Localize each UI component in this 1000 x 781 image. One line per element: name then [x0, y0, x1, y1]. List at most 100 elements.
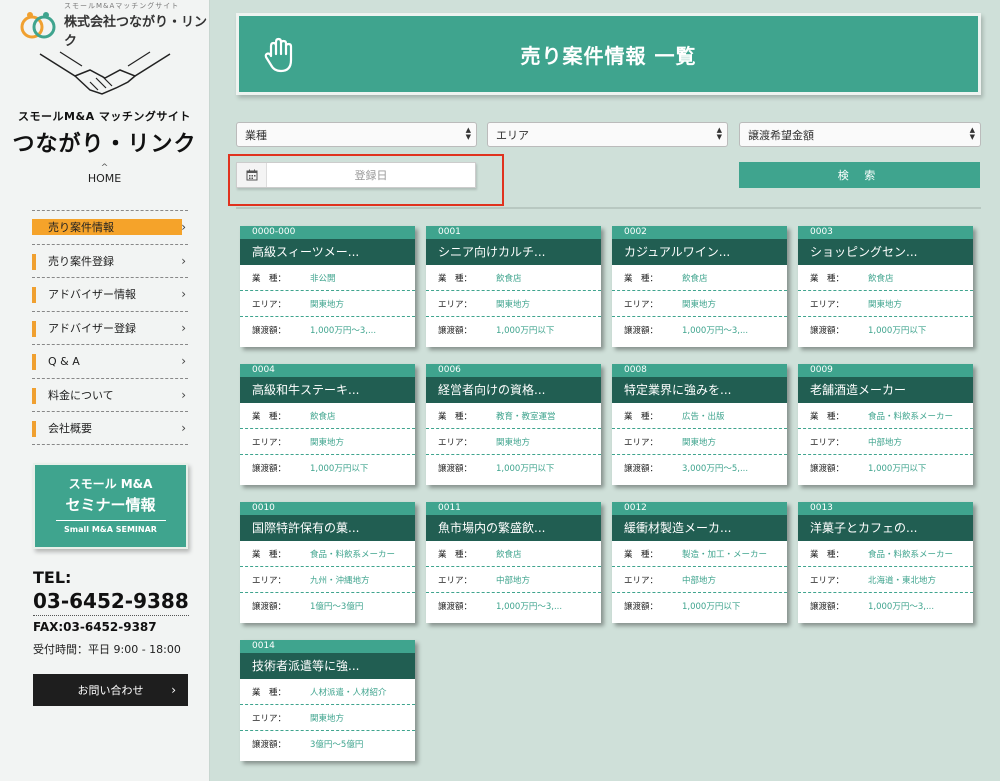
listing-industry-row: 業 種： 飲食店	[426, 541, 601, 567]
listing-area-row: エリア： 中部地方	[426, 567, 601, 593]
sidebar-item-sale-info[interactable]: 売り案件情報 ›	[32, 210, 188, 244]
listing-title[interactable]: 洋菓子とカフェの...	[798, 515, 973, 541]
listing-card[interactable]: 0000-000 高級スィーツメー... 業 種： 非公開 エリア： 関東地方 譲渡額： 1,…	[240, 226, 415, 347]
listing-title[interactable]: カジュアルワイン...	[612, 239, 787, 265]
listing-title[interactable]: ショッピングセン...	[798, 239, 973, 265]
price-select[interactable]: 譲渡希望金額 ▲ ▼	[739, 122, 981, 147]
logo[interactable]: スモールM&Aマッチングサイト 株式会社つながり・リンク	[0, 0, 209, 49]
listing-card[interactable]: 0013 洋菓子とカフェの... 業 種： 食品・料飲系メーカーエリア： 北海道・東北地…	[798, 502, 973, 623]
sidebar-item-qa[interactable]: Q & A ›	[32, 344, 188, 378]
listing-industry-row: 業 種： 非公開	[240, 265, 415, 291]
listing-title[interactable]: 魚市場内の繁盛飲...	[426, 515, 601, 541]
price-value: 1,000万円以下	[868, 464, 927, 474]
area-label: エリア：	[810, 299, 845, 310]
listing-id: 0006	[426, 364, 601, 377]
listing-id: 0009	[798, 364, 973, 377]
area-label: エリア：	[438, 575, 473, 586]
sidebar-item-label: 売り案件登録	[48, 254, 114, 268]
calendar-icon[interactable]	[237, 163, 267, 187]
site-subtitle: スモールM&A マッチングサイト	[18, 110, 191, 123]
listing-card[interactable]: 0002 カジュアルワイン... 業 種： 飲食店 エリア： 関東地方 譲渡額： 1,000万…	[612, 226, 787, 347]
listing-id: 0010	[240, 502, 415, 515]
chevron-right-icon: ›	[181, 320, 186, 335]
site-name: つながり・リンク	[12, 132, 197, 157]
sidebar-item-advisor-info[interactable]: アドバイザー情報 ›	[32, 277, 188, 311]
listing-area-row: エリア： 北海道・東北地方	[798, 567, 973, 593]
home-link[interactable]: ^ HOME	[0, 163, 209, 186]
listing-card[interactable]: 0014 技術者派遣等に強... 業 種： 人材派遣・人材紹介 エリア： 関東地方 譲渡額：…	[240, 640, 415, 761]
logo-mark-icon	[20, 9, 58, 41]
listing-title[interactable]: 高級スィーツメー...	[240, 239, 415, 265]
logo-company-name: 株式会社つながり・リンク	[64, 15, 208, 49]
price-label: 譲渡額：	[810, 602, 845, 612]
contact-button-label: お問い合わせ	[77, 684, 144, 697]
area-select[interactable]: エリア ▲ ▼	[487, 122, 728, 147]
industry-value: 食品・料飲系メーカー	[868, 411, 954, 422]
area-label: エリア：	[624, 575, 659, 586]
industry-value: 製造・加工・メーカー	[682, 549, 768, 560]
sidebar-item-sale-register[interactable]: 売り案件登録 ›	[32, 243, 188, 278]
industry-label: 業 種：	[810, 273, 845, 284]
industry-value: 非公開	[310, 273, 336, 284]
handshake-icon	[39, 51, 170, 95]
listing-area-row: エリア： 関東地方	[426, 291, 601, 317]
listing-title[interactable]: 老舗酒造メーカー	[798, 377, 973, 403]
chevron-right-icon: ›	[181, 354, 186, 369]
listing-card[interactable]: 0004 高級和牛ステーキ... 業 種： 飲食店 エリア： 関東地方 譲渡額： 1,000万…	[240, 364, 415, 485]
listing-card[interactable]: 0012 緩衝材製造メーカ... 業 種： 製造・加工・メーカー エリア： 中部地方 譲渡額…	[612, 502, 787, 623]
listing-card[interactable]: 0009 老舗酒造メーカー業 種： 食品・料飲系メーカー エリア： 中部地方 譲渡額： 1,…	[798, 364, 973, 485]
industry-value: 教育・教室運営	[496, 411, 556, 422]
sidebar-item-advisor-register[interactable]: アドバイザー登録 ›	[32, 310, 188, 345]
listing-industry-row: 業 種： 人材派遣・人材紹介	[240, 679, 415, 705]
listing-title[interactable]: シニア向けカルチ...	[426, 239, 601, 265]
home-label: HOME	[87, 172, 122, 185]
industry-select[interactable]: 業種 ▲ ▼	[236, 122, 477, 147]
listing-title[interactable]: 緩衝材製造メーカ...	[612, 515, 787, 541]
listing-card[interactable]: 0010 国際特許保有の菓... 業 種： 食品・料飲系メーカー エリア： 九州・沖縄地方…	[240, 502, 415, 623]
industry-value: 食品・料飲系メーカー	[868, 549, 954, 560]
price-value: 1,000万円～3,...	[868, 602, 935, 612]
registration-date-field[interactable]: 登録日	[236, 162, 476, 188]
industry-label: 業 種：	[252, 273, 287, 284]
sidebar-item-company[interactable]: 会社概要 ›	[32, 411, 188, 445]
listing-price-row: 譲渡額： 1,000万円以下	[426, 317, 601, 343]
price-value: 1,000万円以下	[496, 326, 555, 336]
listing-card[interactable]: 0006 経営者向けの資格... 業 種： 教育・教室運営 エリア： 関東地方 譲渡額： 1,…	[426, 364, 601, 485]
business-hours: 受付時間：平日 9:00 - 18:00	[33, 643, 181, 656]
area-label: エリア：	[252, 437, 287, 448]
tel-number[interactable]: 03-6452-9388	[33, 589, 189, 616]
area-label: エリア：	[252, 713, 287, 724]
listing-card[interactable]: 0001 シニア向けカルチ... 業 種： 飲食店 エリア： 関東地方 譲渡額： 1,000万…	[426, 226, 601, 347]
area-label: エリア：	[252, 575, 287, 586]
price-label: 譲渡額：	[438, 602, 473, 612]
listing-title[interactable]: 特定業界に強みを...	[612, 377, 787, 403]
industry-value: 飲食店	[496, 273, 522, 284]
contact-button[interactable]: お問い合わせ ›	[33, 674, 188, 706]
listing-area-row: エリア： 関東地方	[612, 429, 787, 455]
area-value: 九州・沖縄地方	[310, 575, 370, 586]
listing-title[interactable]: 技術者派遣等に強...	[240, 653, 415, 679]
sidebar-item-pricing[interactable]: 料金について ›	[32, 377, 188, 412]
seminar-banner[interactable]: スモール M&A セミナー情報 Small M&A SEMINAR	[33, 463, 188, 549]
caret-up-icon: ^	[100, 163, 109, 173]
chevron-right-icon: ›	[181, 220, 186, 235]
listing-card[interactable]: 0003 ショッピングセン... 業 種： 飲食店 エリア： 関東地方 譲渡額： 1,000万…	[798, 226, 973, 347]
listing-price-row: 譲渡額： 1,000万円～3,...	[240, 317, 415, 343]
listing-industry-row: 業 種： 食品・料飲系メーカー	[798, 541, 973, 567]
area-select-value: エリア	[496, 128, 529, 142]
search-button[interactable]: 検 索	[739, 162, 980, 188]
listing-title[interactable]: 高級和牛ステーキ...	[240, 377, 415, 403]
listing-card[interactable]: 0011 魚市場内の繁盛飲... 業 種： 飲食店 エリア： 中部地方 譲渡額： 1,000万…	[426, 502, 601, 623]
industry-label: 業 種：	[624, 549, 659, 560]
area-value: 関東地方	[682, 299, 717, 310]
area-label: エリア：	[810, 437, 845, 448]
price-value: 1,000万円以下	[682, 602, 741, 612]
industry-label: 業 種：	[810, 549, 845, 560]
listing-title[interactable]: 経営者向けの資格...	[426, 377, 601, 403]
industry-value: 人材派遣・人材紹介	[310, 687, 387, 698]
listing-card[interactable]: 0008 特定業界に強みを... 業 種： 広告・出版 エリア： 関東地方 譲渡額： 3,00…	[612, 364, 787, 485]
price-value: 1億円～3億円	[310, 602, 364, 612]
listing-title[interactable]: 国際特許保有の菓...	[240, 515, 415, 541]
listing-price-row: 譲渡額： 1億円～3億円	[240, 593, 415, 619]
listing-id: 0013	[798, 502, 973, 515]
